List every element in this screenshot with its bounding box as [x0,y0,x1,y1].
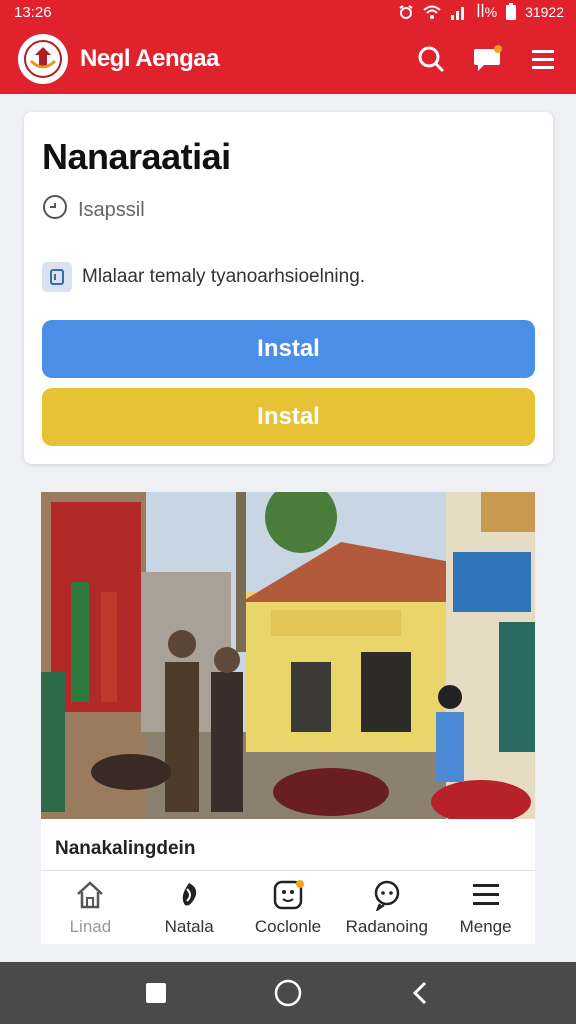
install-button-secondary[interactable]: Instal [42,388,535,446]
nav-label-home: Linad [69,917,112,936]
meta-text: Isapssil [78,198,145,221]
nav-item-home[interactable]: Linad [41,871,140,944]
wifi-icon [422,4,442,20]
app-bar: Negl Aengaa [0,24,576,94]
recents-icon[interactable] [136,973,176,1013]
street-photo [41,492,535,819]
chat-icon[interactable] [472,44,502,74]
status-clock: 31922 [525,4,564,20]
leaf-icon [175,879,203,911]
notification-dot [494,45,502,53]
nav-item-menge[interactable]: Menge [436,871,535,944]
battery-icon [505,3,517,21]
search-icon[interactable] [416,44,446,74]
home-circle-icon[interactable] [268,973,308,1013]
document-icon [42,262,72,292]
app-card: Nanaraatiai Isapssil Mlalaar temaly tyan… [24,112,553,464]
system-nav [0,962,576,1024]
signal-icon [450,4,468,20]
clock-icon [42,194,68,226]
alarm-icon [398,4,414,20]
description-text: Mlalaar temaly tyanoarhsioelning. [82,266,366,287]
carrier-text: ꟾꟾ% [476,3,498,20]
menu-icon [471,879,501,911]
menu-icon[interactable] [528,44,558,74]
meta-row: Isapssil [42,194,535,226]
nav-label-radanoing: Radanoing [345,917,428,936]
install-button-primary[interactable]: Instal [42,320,535,378]
description-row: Mlalaar temaly tyanoarhsioelning. [42,262,535,292]
home-icon [74,879,106,911]
nav-item-radanoing[interactable]: Radanoing [337,871,436,944]
back-icon[interactable] [400,973,440,1013]
app-icon [272,879,304,911]
app-title: Negl Aengaa [80,45,219,72]
card-title: Nanaraatiai [42,136,231,177]
status-icons: ꟾꟾ% 31922 [398,3,564,21]
nav-item-coclonle[interactable]: Coclonle [239,871,338,944]
nav-label-natala: Natala [164,917,214,936]
status-bar: 13:26 ꟾꟾ% 31922 [0,0,576,24]
nav-label-coclonle: Coclonle [254,917,322,936]
status-time: 13:26 [14,3,52,21]
feed-caption: Nanakalingdein [55,838,196,859]
bottom-nav: Linad Natala Coclonle Radanoing Menge [41,870,535,944]
nav-item-natala[interactable]: Natala [140,871,239,944]
chat-icon [371,879,403,911]
emblem-icon[interactable] [18,34,68,84]
nav-label-menge: Menge [459,917,512,936]
app-badge-dot [295,880,304,888]
app-actions [416,44,558,74]
